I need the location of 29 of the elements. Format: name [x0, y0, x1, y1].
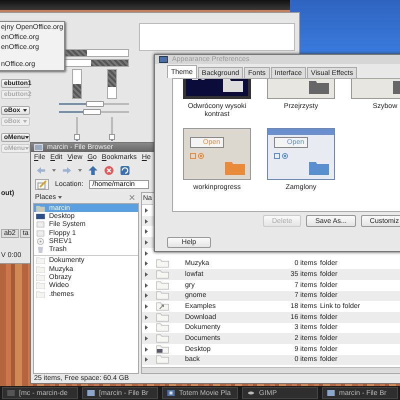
window-icon [159, 56, 168, 63]
progress-bar [106, 69, 116, 99]
checkbox-radio-icon [190, 152, 206, 159]
slider[interactable] [74, 117, 80, 141]
edit-location-button[interactable] [35, 179, 49, 190]
caret-icon [23, 120, 27, 123]
dropdown-icon[interactable] [52, 168, 56, 172]
disc-icon [36, 238, 45, 245]
caret-icon [23, 108, 27, 112]
caret-icon [58, 196, 62, 199]
stop-icon[interactable] [104, 166, 114, 174]
monitor-icon [36, 212, 45, 220]
up-arrow-icon[interactable] [88, 166, 98, 174]
terminal-icon [7, 390, 15, 396]
progress-bar [72, 69, 82, 99]
checkbox-radio-icon [274, 152, 290, 159]
close-icon[interactable] [129, 195, 135, 200]
window-icon [327, 390, 335, 396]
scrollbar[interactable] [142, 367, 400, 373]
film-icon [167, 390, 175, 396]
window-icon [87, 390, 95, 396]
caret-icon [24, 146, 29, 150]
caret-icon [24, 136, 29, 139]
eye-icon [247, 390, 255, 396]
reload-icon[interactable] [120, 166, 130, 174]
dropdown-icon[interactable] [78, 168, 82, 172]
slider[interactable] [108, 117, 114, 141]
pencil-icon [37, 180, 47, 190]
trash-icon [36, 246, 45, 254]
